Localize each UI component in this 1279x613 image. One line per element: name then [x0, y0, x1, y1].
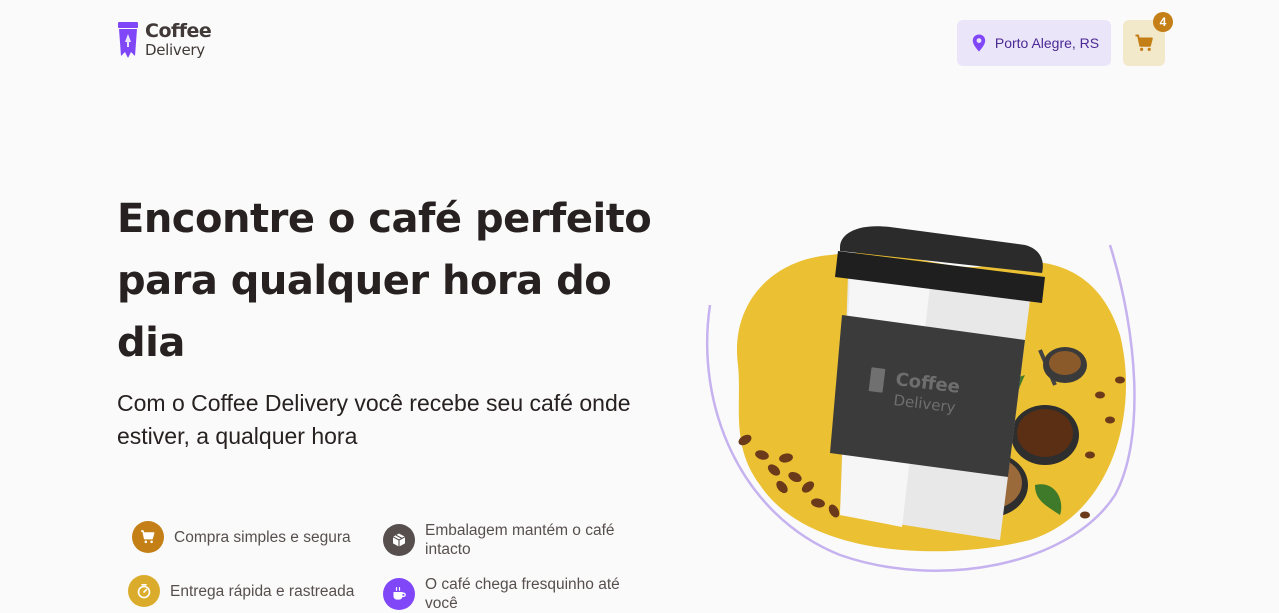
feature-icon-badge: [132, 521, 164, 553]
feature-item: Compra simples e segura: [132, 521, 351, 553]
hero-coffee-cup-image: Coffee Delivery: [706, 226, 1136, 572]
hero-title: Encontre o café perfeito para qualquer h…: [117, 196, 652, 366]
logo-text-delivery: Delivery: [145, 41, 205, 59]
coffee-icon: [393, 587, 406, 600]
header: Coffee Delivery Porto Alegre, RS 4: [0, 0, 1279, 90]
feature-item: Entrega rápida e rastreada: [128, 575, 354, 607]
map-pin-icon: [972, 34, 986, 52]
feature-label: Entrega rápida e rastreada: [170, 582, 355, 600]
location-button[interactable]: Porto Alegre, RS: [957, 20, 1111, 66]
feature-label: Compra simples e segura: [174, 528, 351, 546]
feature-icon-badge: [128, 575, 160, 607]
logo-text-coffee: Coffee: [145, 20, 212, 42]
feature-icon-badge: [383, 578, 415, 610]
timer-icon: [137, 584, 151, 599]
package-icon: [392, 533, 406, 547]
shopping-cart-icon: [141, 530, 155, 544]
feature-icon-badge: [383, 524, 415, 556]
feature-label: O café chega fresquinho até você: [425, 576, 620, 612]
shopping-cart-icon: [1135, 34, 1153, 51]
feature-item: O café chega fresquinho até você: [383, 575, 643, 613]
hero-subtitle: Com o Coffee Delivery você recebe seu ca…: [117, 390, 631, 449]
location-label: Porto Alegre, RS: [994, 35, 1100, 51]
cart-count-badge: 4: [1153, 12, 1173, 32]
feature-label: Embalagem mantém o café intacto: [425, 522, 615, 558]
logo[interactable]: Coffee Delivery: [117, 20, 212, 60]
logo-cup-icon: [118, 22, 138, 58]
feature-item: Embalagem mantém o café intacto: [383, 521, 643, 559]
